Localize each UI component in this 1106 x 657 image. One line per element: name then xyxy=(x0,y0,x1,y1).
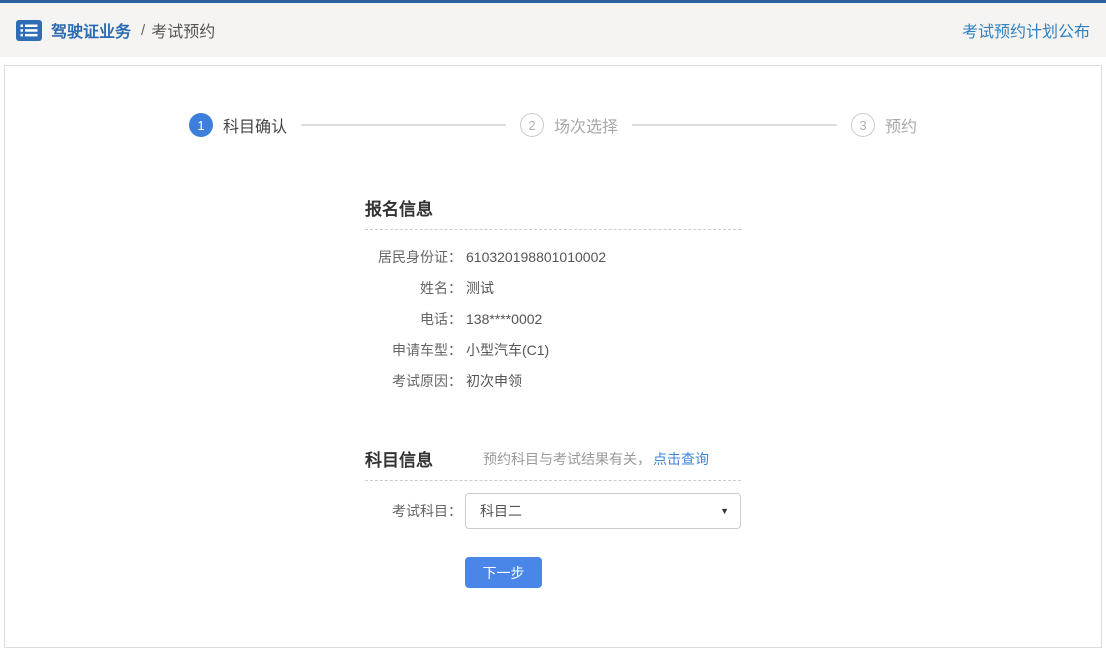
field-value: 138****0002 xyxy=(466,311,542,328)
query-result-link[interactable]: 点击查询 xyxy=(653,449,709,469)
field-exam-reason: 考试原因： 初次申领 xyxy=(365,373,741,390)
exam-plan-link[interactable]: 考试预约计划公布 xyxy=(962,18,1090,42)
registration-fields: 居民身份证： 610320198801010002 姓名： 测试 电话： 138… xyxy=(365,249,741,390)
field-label: 电话： xyxy=(365,311,462,328)
step-session-select: 2 场次选择 xyxy=(520,113,618,137)
field-phone: 电话： 138****0002 xyxy=(365,311,741,328)
field-name: 姓名： 测试 xyxy=(365,280,741,297)
registration-section-title: 报名信息 xyxy=(365,195,433,220)
field-label: 姓名： xyxy=(365,280,462,297)
step-1-circle: 1 xyxy=(189,113,213,137)
step-2-circle: 2 xyxy=(520,113,544,137)
field-label: 申请车型： xyxy=(365,342,462,359)
page-header: 驾驶证业务 / 考试预约 考试预约计划公布 xyxy=(0,3,1106,57)
step-2-label: 场次选择 xyxy=(554,113,618,137)
wizard-stepper: 1 科目确认 2 场次选择 3 预约 xyxy=(5,66,1101,137)
section-divider xyxy=(365,229,741,230)
list-menu-icon xyxy=(16,20,42,41)
step-subject-confirm: 1 科目确认 xyxy=(189,113,287,137)
section-divider xyxy=(365,480,741,481)
field-id-number: 居民身份证： 610320198801010002 xyxy=(365,249,741,266)
content-panel: 1 科目确认 2 场次选择 3 预约 报名信息 居民身份证： 610320198… xyxy=(4,65,1102,648)
breadcrumb-section[interactable]: 驾驶证业务 xyxy=(51,18,131,42)
exam-subject-label: 考试科目： xyxy=(365,501,462,521)
exam-subject-row: 考试科目： 科目二 ▼ xyxy=(365,493,741,529)
breadcrumb-separator: / xyxy=(141,22,145,39)
actions-row: 下一步 xyxy=(365,557,741,588)
field-value: 610320198801010002 xyxy=(466,249,606,266)
field-value: 测试 xyxy=(466,280,494,297)
field-label: 居民身份证： xyxy=(365,249,462,266)
field-vehicle-type: 申请车型： 小型汽车(C1) xyxy=(365,342,741,359)
field-label: 考试原因： xyxy=(365,373,462,390)
exam-subject-select[interactable]: 科目二 xyxy=(465,493,741,529)
step-3-label: 预约 xyxy=(885,113,917,137)
next-step-button[interactable]: 下一步 xyxy=(465,557,542,588)
breadcrumb: 驾驶证业务 / 考试预约 xyxy=(16,18,215,42)
subject-section-title: 科目信息 xyxy=(365,446,433,471)
step-connector-2 xyxy=(632,124,837,126)
step-connector-1 xyxy=(301,124,506,126)
step-1-label: 科目确认 xyxy=(223,113,287,137)
breadcrumb-current-page: 考试预约 xyxy=(151,18,215,42)
step-appointment: 3 预约 xyxy=(851,113,917,137)
field-value: 小型汽车(C1) xyxy=(466,342,549,359)
registration-info-section: 报名信息 居民身份证： 610320198801010002 姓名： 测试 电话… xyxy=(365,195,741,390)
subject-info-section: 科目信息 预约科目与考试结果有关， 点击查询 考试科目： 科目二 ▼ 下一步 xyxy=(365,446,741,588)
field-value: 初次申领 xyxy=(466,373,522,390)
subject-note: 预约科目与考试结果有关， xyxy=(483,449,651,469)
step-3-circle: 3 xyxy=(851,113,875,137)
